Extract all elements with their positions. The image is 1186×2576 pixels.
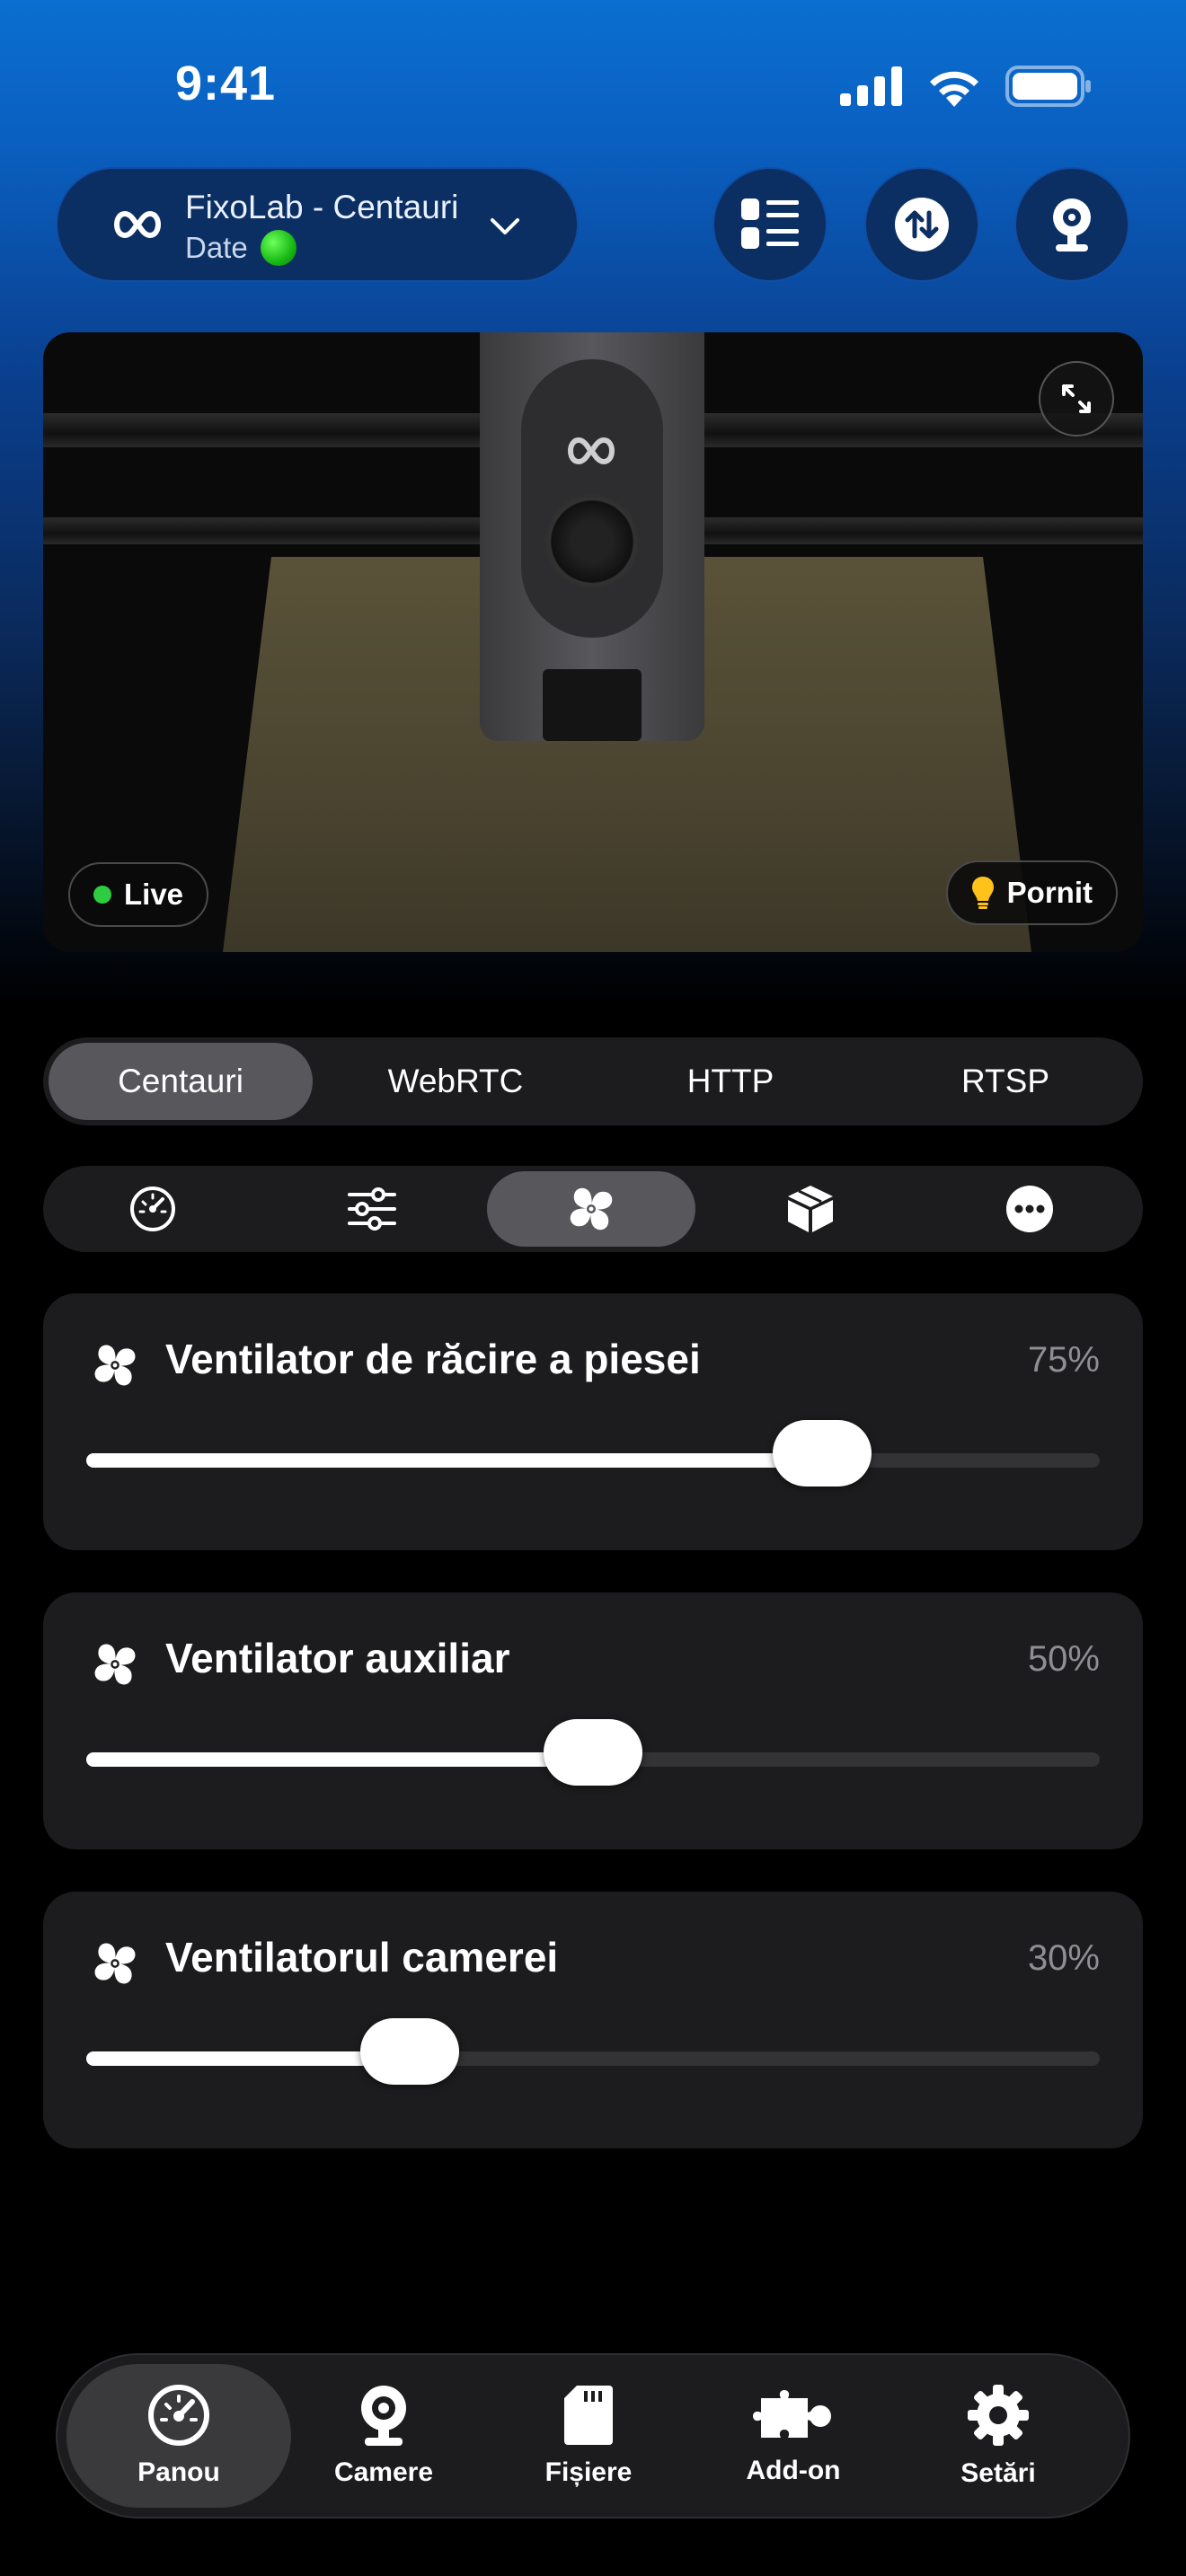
tab-rtsp[interactable]: RTSP (873, 1043, 1137, 1120)
print-head (480, 332, 704, 741)
printer-selector[interactable]: FixoLab - Centauri Date (56, 167, 579, 282)
status-time: 9:41 (175, 57, 277, 110)
camera-view[interactable]: Live Pornit (43, 332, 1143, 952)
box-icon (788, 1186, 833, 1232)
fan-slider-fill (86, 1752, 593, 1767)
chevron-down-icon (491, 218, 519, 234)
nav-label: Camere (333, 2457, 434, 2487)
live-label: Live (124, 878, 184, 911)
gauge-icon (130, 1187, 175, 1231)
fan-slider-fill (86, 1453, 822, 1468)
fan-card-auxiliary: Ventilator auxiliar 50% (43, 1592, 1143, 1849)
transfer-button[interactable] (864, 167, 979, 282)
battery-icon (1005, 66, 1091, 107)
fan-title: Ventilator de răcire a piesei (165, 1336, 701, 1382)
sliders-icon (348, 1187, 396, 1231)
nav-label: Setări (960, 2458, 1036, 2488)
online-status-dot (260, 230, 296, 266)
tab-http[interactable]: HTTP (598, 1043, 863, 1120)
status-icons (840, 63, 1092, 110)
wifi-icon (930, 71, 978, 107)
nav-label: Panou (137, 2457, 220, 2487)
fan-slider[interactable] (86, 1719, 1100, 1786)
list-icon (741, 198, 799, 249)
nav-files[interactable]: Fișiere (476, 2364, 701, 2508)
fan-icon (570, 1187, 613, 1231)
expand-icon (1062, 384, 1091, 413)
fan-title: Ventilator auxiliar (165, 1635, 510, 1681)
nav-settings[interactable]: Setări (886, 2364, 1111, 2508)
infinity-logo-icon (114, 210, 161, 239)
fan-slider-thumb[interactable] (544, 1719, 642, 1786)
tab-webrtc[interactable]: WebRTC (323, 1043, 588, 1120)
webcam-button[interactable] (1014, 167, 1129, 282)
fan-card-chamber: Ventilatorul camerei 30% (43, 1892, 1143, 2148)
fan-icon (94, 1644, 136, 1685)
fan-slider[interactable] (86, 2018, 1100, 2085)
nav-label: Add-on (746, 2456, 841, 2485)
fan-percent: 30% (1027, 1938, 1100, 1978)
lightbulb-icon (971, 877, 994, 909)
nav-addons[interactable]: Add-on (681, 2364, 906, 2508)
nozzle (543, 669, 642, 741)
printer-name: FixoLab - Centauri (185, 189, 459, 225)
live-badge: Live (68, 862, 209, 927)
tab-dashboard[interactable] (49, 1171, 257, 1247)
fan-slider-thumb[interactable] (772, 1420, 872, 1486)
tab-fans[interactable] (487, 1171, 695, 1247)
fan-icon (94, 1345, 136, 1386)
dashboard-icon (148, 2385, 209, 2446)
printer-status-label: Date (185, 231, 248, 264)
webcam-icon (1053, 198, 1091, 251)
fan-title: Ventilatorul camerei (165, 1934, 559, 1981)
nav-label: Fișiere (544, 2457, 633, 2487)
tab-centauri[interactable]: Centauri (49, 1043, 313, 1120)
sd-card-icon (564, 2386, 613, 2445)
stream-source-tabs: Centauri WebRTC HTTP RTSP (43, 1037, 1143, 1125)
fan-percent: 50% (1027, 1639, 1100, 1679)
tab-filament[interactable] (706, 1171, 915, 1247)
live-dot (93, 886, 111, 904)
fan-percent: 75% (1027, 1340, 1100, 1380)
light-toggle[interactable]: Pornit (945, 860, 1118, 925)
tab-more[interactable] (925, 1171, 1134, 1247)
nav-dashboard[interactable]: Panou (66, 2364, 291, 2508)
bottom-navigation: Panou Camere Fișiere Add-on Setări (56, 2353, 1130, 2519)
expand-button[interactable] (1039, 361, 1114, 437)
tab-adjust[interactable] (268, 1171, 476, 1247)
fan-slider-thumb[interactable] (360, 2018, 460, 2085)
fan-slider[interactable] (86, 1420, 1100, 1486)
signal-icon (840, 66, 902, 106)
fan-card-part-cooling: Ventilator de răcire a piesei 75% (43, 1293, 1143, 1550)
camera-icon (361, 2386, 406, 2446)
more-icon (1006, 1186, 1053, 1232)
transfer-icon (895, 198, 949, 251)
control-tabs (43, 1166, 1143, 1252)
hotend-fan (544, 494, 640, 589)
list-button[interactable] (712, 167, 828, 282)
puzzle-icon (753, 2390, 831, 2438)
nav-cameras[interactable]: Camere (271, 2364, 496, 2508)
light-label: Pornit (1006, 876, 1093, 909)
infinity-logo-icon (568, 437, 615, 465)
fan-icon (94, 1943, 136, 1984)
gear-icon (968, 2385, 1029, 2446)
printer-status: Date (185, 230, 296, 266)
